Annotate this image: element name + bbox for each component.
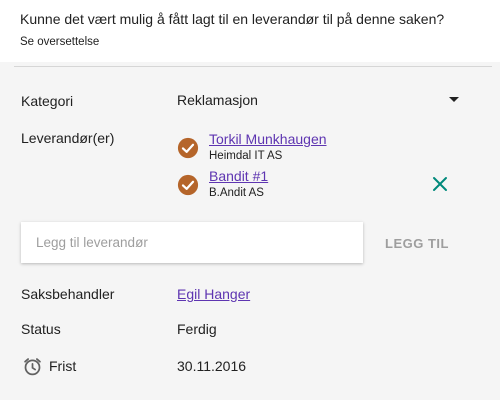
supplier-item: Bandit #1 B.Andit AS	[177, 168, 467, 202]
case-handler-link[interactable]: Egil Hanger	[177, 286, 250, 302]
question-text: Kunne det vært mulig å fått lagt til en …	[20, 11, 445, 27]
status-label: Status	[21, 321, 61, 337]
see-translation-link[interactable]: Se oversettelse	[20, 36, 99, 48]
status-value: Ferdig	[177, 321, 217, 337]
category-select[interactable]: Reklamasjon	[177, 90, 463, 114]
alarm-clock-icon	[24, 358, 41, 376]
supplier-item: Torkil Munkhaugen Heimdal IT AS	[177, 131, 467, 165]
add-supplier-input[interactable]	[21, 222, 363, 263]
question-card: Kunne det vært mulig å fått lagt til en …	[0, 0, 500, 62]
divider	[14, 66, 492, 67]
add-supplier-button[interactable]: LEGG TIL	[377, 229, 457, 257]
case-handler-label: Saksbehandler	[21, 286, 115, 302]
supplier-company: Heimdal IT AS	[209, 150, 283, 162]
deadline-label: Frist	[49, 358, 77, 374]
category-label: Kategori	[21, 93, 74, 109]
close-icon[interactable]	[431, 175, 449, 193]
check-circle-icon	[177, 174, 199, 196]
chevron-down-icon	[449, 97, 459, 102]
suppliers-label: Leverandør(er)	[21, 130, 115, 146]
supplier-name-link[interactable]: Torkil Munkhaugen	[209, 131, 327, 147]
supplier-company: B.Andit AS	[209, 187, 264, 199]
category-selected-value: Reklamasjon	[177, 92, 258, 108]
supplier-name-link[interactable]: Bandit #1	[209, 168, 268, 184]
deadline-value: 30.11.2016	[177, 358, 247, 374]
check-circle-icon	[177, 137, 199, 159]
